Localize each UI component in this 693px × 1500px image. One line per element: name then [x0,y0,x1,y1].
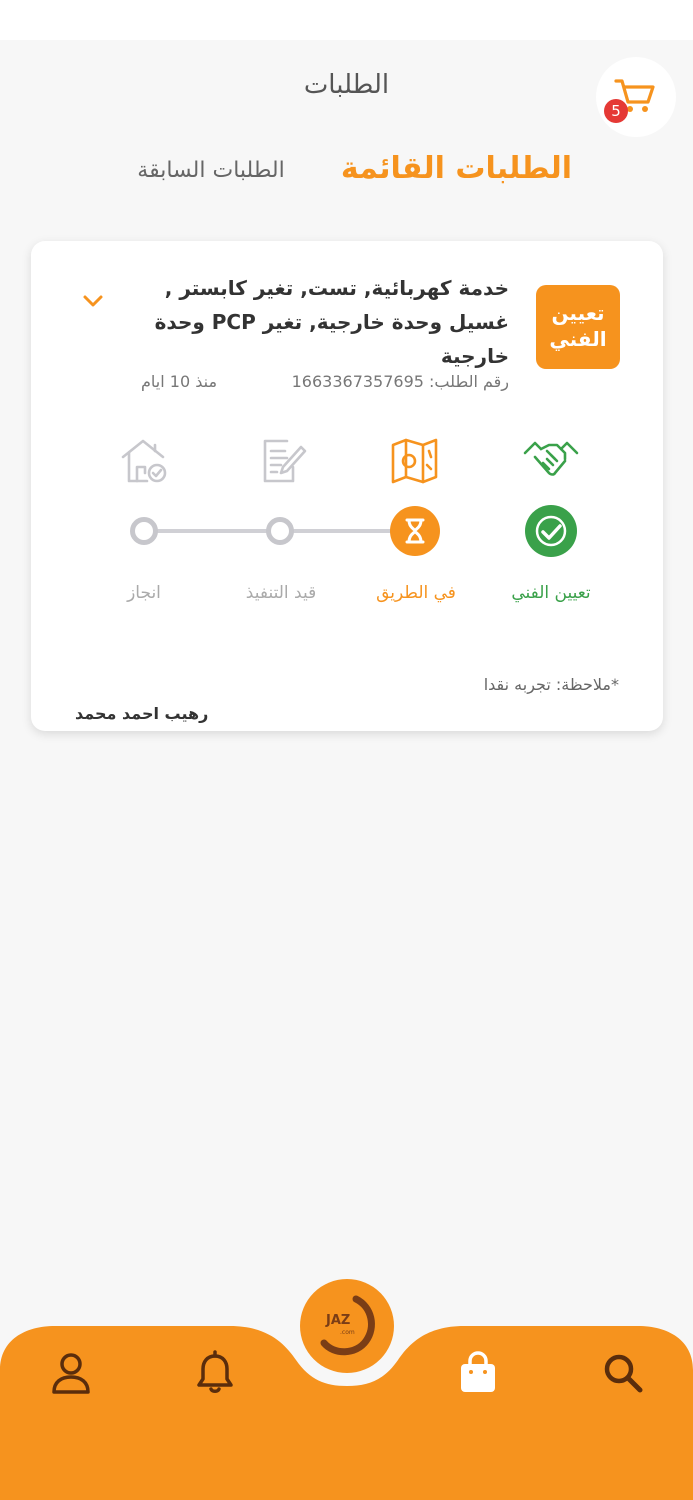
status-chip: تعيين الفني [536,285,620,369]
home-logo-button[interactable]: JAZ .com [300,1279,394,1373]
user-icon [52,1353,90,1394]
page-title: الطلبات [303,70,390,100]
hourglass-icon [405,518,425,544]
cart-count-badge: 5 [604,99,628,123]
logo-subtext: .com [340,1329,355,1336]
document-edit-icon [263,439,307,483]
technician-name: رهيب احمد محمد [75,704,209,723]
nav-search[interactable] [598,1348,648,1398]
step-node-complete [130,517,158,545]
bell-icon [197,1350,233,1393]
double-check-icon [535,515,567,547]
status-bar [0,0,693,40]
step-label-in-progress: قيد التنفيذ [245,583,317,603]
payment-note: *ملاحظة: تجربه نقدا [483,675,619,694]
order-age: منذ 10 ايام [141,372,218,391]
tab-previous-orders[interactable]: الطلبات السابقة [121,158,301,183]
nav-notifications[interactable] [190,1348,240,1398]
logo-text: JAZ [326,1313,351,1328]
step-label-assigned: تعيين الفني [511,583,591,603]
nav-profile[interactable] [46,1348,96,1398]
tab-current-orders[interactable]: الطلبات القائمة [341,151,572,186]
handshake-icon [523,441,579,476]
search-icon [604,1354,643,1393]
step-label-on-the-way: في الطريق [376,583,456,603]
step-node-on-the-way [390,506,440,556]
step-node-assigned [525,505,577,557]
house-check-icon [121,439,167,483]
order-card[interactable]: تعيين الفني خدمة كهربائية, تست, تغير كاب… [31,241,663,731]
nav-orders[interactable] [453,1348,503,1398]
cart-button[interactable]: 5 [596,57,676,137]
progress-track [144,529,551,533]
step-node-in-progress [266,517,294,545]
chevron-down-icon[interactable] [81,293,105,309]
order-number: رقم الطلب: 1663367357695 [291,372,509,391]
step-label-complete: انجاز [127,583,161,603]
shopping-bag-icon [461,1351,495,1392]
map-icon [391,438,438,484]
service-title: خدمة كهربائية, تست, تغير كابستر , غسيل و… [154,276,509,368]
